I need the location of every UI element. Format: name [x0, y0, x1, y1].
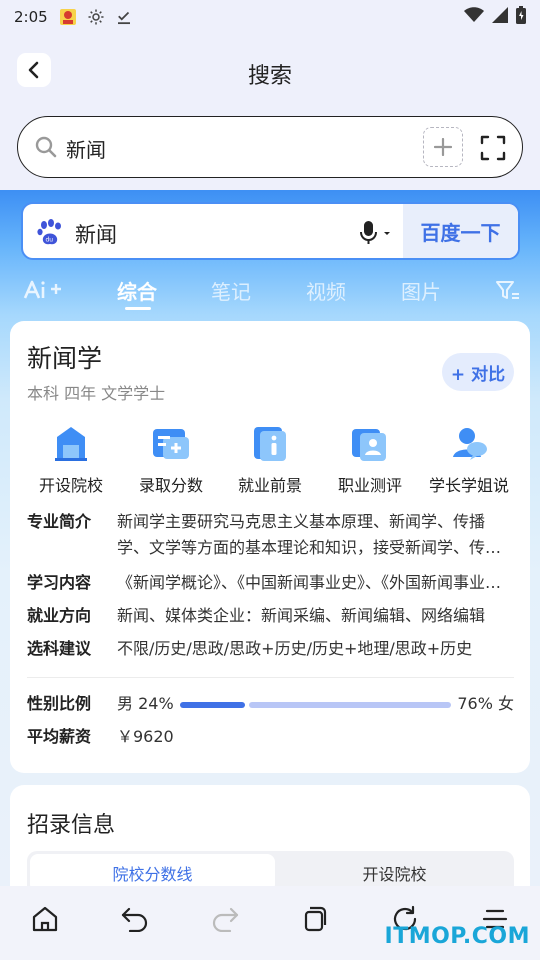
compare-button[interactable]: + 对比	[442, 353, 514, 391]
info-label: 学习内容	[27, 573, 92, 592]
segment-universities[interactable]: 开设院校	[277, 854, 512, 886]
info-label: 就业方向	[27, 606, 92, 625]
feature-label: 学长学姐说	[428, 476, 509, 495]
search-bar[interactable]: 新闻	[17, 116, 523, 178]
result-tabs: 综合 笔记 视频 图片	[0, 272, 540, 312]
major-info-card: 新闻学 本科 四年 文学学士 + 对比 开设院校 录取分数 就业前景 职业测评	[10, 321, 530, 773]
wifi-icon	[464, 7, 484, 27]
page-title: 搜索	[247, 64, 292, 89]
add-button[interactable]	[423, 127, 463, 167]
admission-segmented-control: 院校分数线 开设院校	[27, 851, 514, 886]
tab-images[interactable]: 图片	[401, 276, 441, 305]
filter-icon[interactable]	[495, 280, 521, 306]
feature-employment-prospects[interactable]: 就业前景	[220, 421, 320, 496]
home-button[interactable]	[30, 904, 60, 934]
salary-value: ￥9620	[117, 727, 174, 746]
profile-card-icon	[348, 421, 392, 465]
female-ratio-text: 76% 女	[457, 694, 514, 713]
major-title: 新闻学	[27, 344, 103, 373]
baidu-paw-logo-icon: du	[36, 218, 64, 250]
gender-ratio-bar	[180, 702, 451, 708]
major-subtitle: 本科 四年 文学学士	[27, 384, 166, 403]
search-icon	[34, 135, 58, 163]
tab-notes[interactable]: 笔记	[211, 276, 251, 305]
search-input[interactable]: 新闻	[66, 134, 106, 163]
baidu-search-box[interactable]: du 新闻 百度一下	[21, 202, 520, 260]
baidu-search-input[interactable]: 新闻	[75, 219, 117, 249]
male-ratio-segment	[180, 702, 245, 708]
user-chat-icon	[447, 421, 491, 465]
microphone-icon[interactable]	[358, 220, 392, 250]
redo-arrow-icon	[212, 907, 239, 932]
search-results-page: du 新闻 百度一下 综合 笔记 视频 图片 新闻学 本科 四年 文学学士 + …	[0, 190, 540, 886]
tab-video[interactable]: 视频	[306, 276, 346, 305]
job-info-icon	[248, 421, 292, 465]
info-value: 《新闻学概论》、《中国新闻事业史》、《外国新闻事业史》	[117, 573, 512, 592]
top-nav: 搜索	[0, 50, 540, 92]
info-value: 不限/历史/思政/思政+历史/历史+地理/思政+历史	[117, 639, 473, 658]
scan-frame-icon	[480, 135, 506, 161]
status-bar: 2:05	[0, 0, 540, 34]
feature-label: 职业测评	[337, 476, 402, 495]
cellular-signal-icon	[492, 7, 508, 27]
info-label: 性别比例	[27, 694, 92, 713]
battery-icon	[516, 6, 526, 28]
svg-text:du: du	[46, 237, 54, 244]
baidu-search-button[interactable]: 百度一下	[403, 204, 518, 258]
female-ratio-segment	[249, 702, 451, 708]
feature-label: 开设院校	[38, 476, 103, 495]
download-done-icon	[114, 7, 134, 27]
ai-plus-icon[interactable]	[22, 278, 66, 306]
feature-senior-students-say[interactable]: 学长学姐说	[419, 421, 519, 496]
admission-info-card: 招录信息 院校分数线 开设院校	[10, 785, 530, 886]
windows-stack-icon	[304, 906, 327, 932]
feature-label: 录取分数	[138, 476, 203, 495]
male-ratio-text: 男 24%	[117, 694, 174, 713]
info-value: 新闻学主要研究马克思主义基本原理、新闻学、传播学、文学等方面的基本理论和知识，接…	[117, 512, 502, 557]
building-icon	[49, 421, 93, 465]
undo-arrow-icon	[121, 907, 148, 932]
score-icon	[149, 421, 193, 465]
feature-admission-scores[interactable]: 录取分数	[121, 421, 221, 496]
app-notification-icon	[58, 7, 78, 27]
info-label: 专业简介	[27, 512, 92, 531]
active-tab-indicator	[125, 307, 151, 310]
scan-button[interactable]	[476, 131, 510, 165]
settings-gear-icon	[86, 7, 106, 27]
plus-icon	[434, 138, 452, 156]
status-time: 2:05	[14, 8, 48, 26]
home-icon	[32, 906, 58, 932]
forward-nav-button[interactable]	[210, 904, 240, 934]
feature-career-assessment[interactable]: 职业测评	[320, 421, 420, 496]
info-value: 新闻、媒体类企业：新闻采编、新闻编辑、网络编辑	[117, 606, 486, 625]
feature-universities[interactable]: 开设院校	[21, 421, 121, 496]
average-salary-row: 平均薪资 ￥9620	[27, 724, 514, 750]
admission-title: 招录信息	[27, 813, 116, 838]
windows-button[interactable]	[300, 904, 330, 934]
tab-comprehensive[interactable]: 综合	[117, 276, 157, 305]
feature-label: 就业前景	[237, 476, 302, 495]
info-label: 选科建议	[27, 639, 92, 658]
divider	[27, 677, 514, 678]
segment-score-lines[interactable]: 院校分数线	[30, 854, 275, 886]
back-nav-button[interactable]	[120, 904, 150, 934]
watermark-logo: ITMOP.COM	[384, 924, 530, 949]
info-label: 平均薪资	[27, 727, 92, 746]
